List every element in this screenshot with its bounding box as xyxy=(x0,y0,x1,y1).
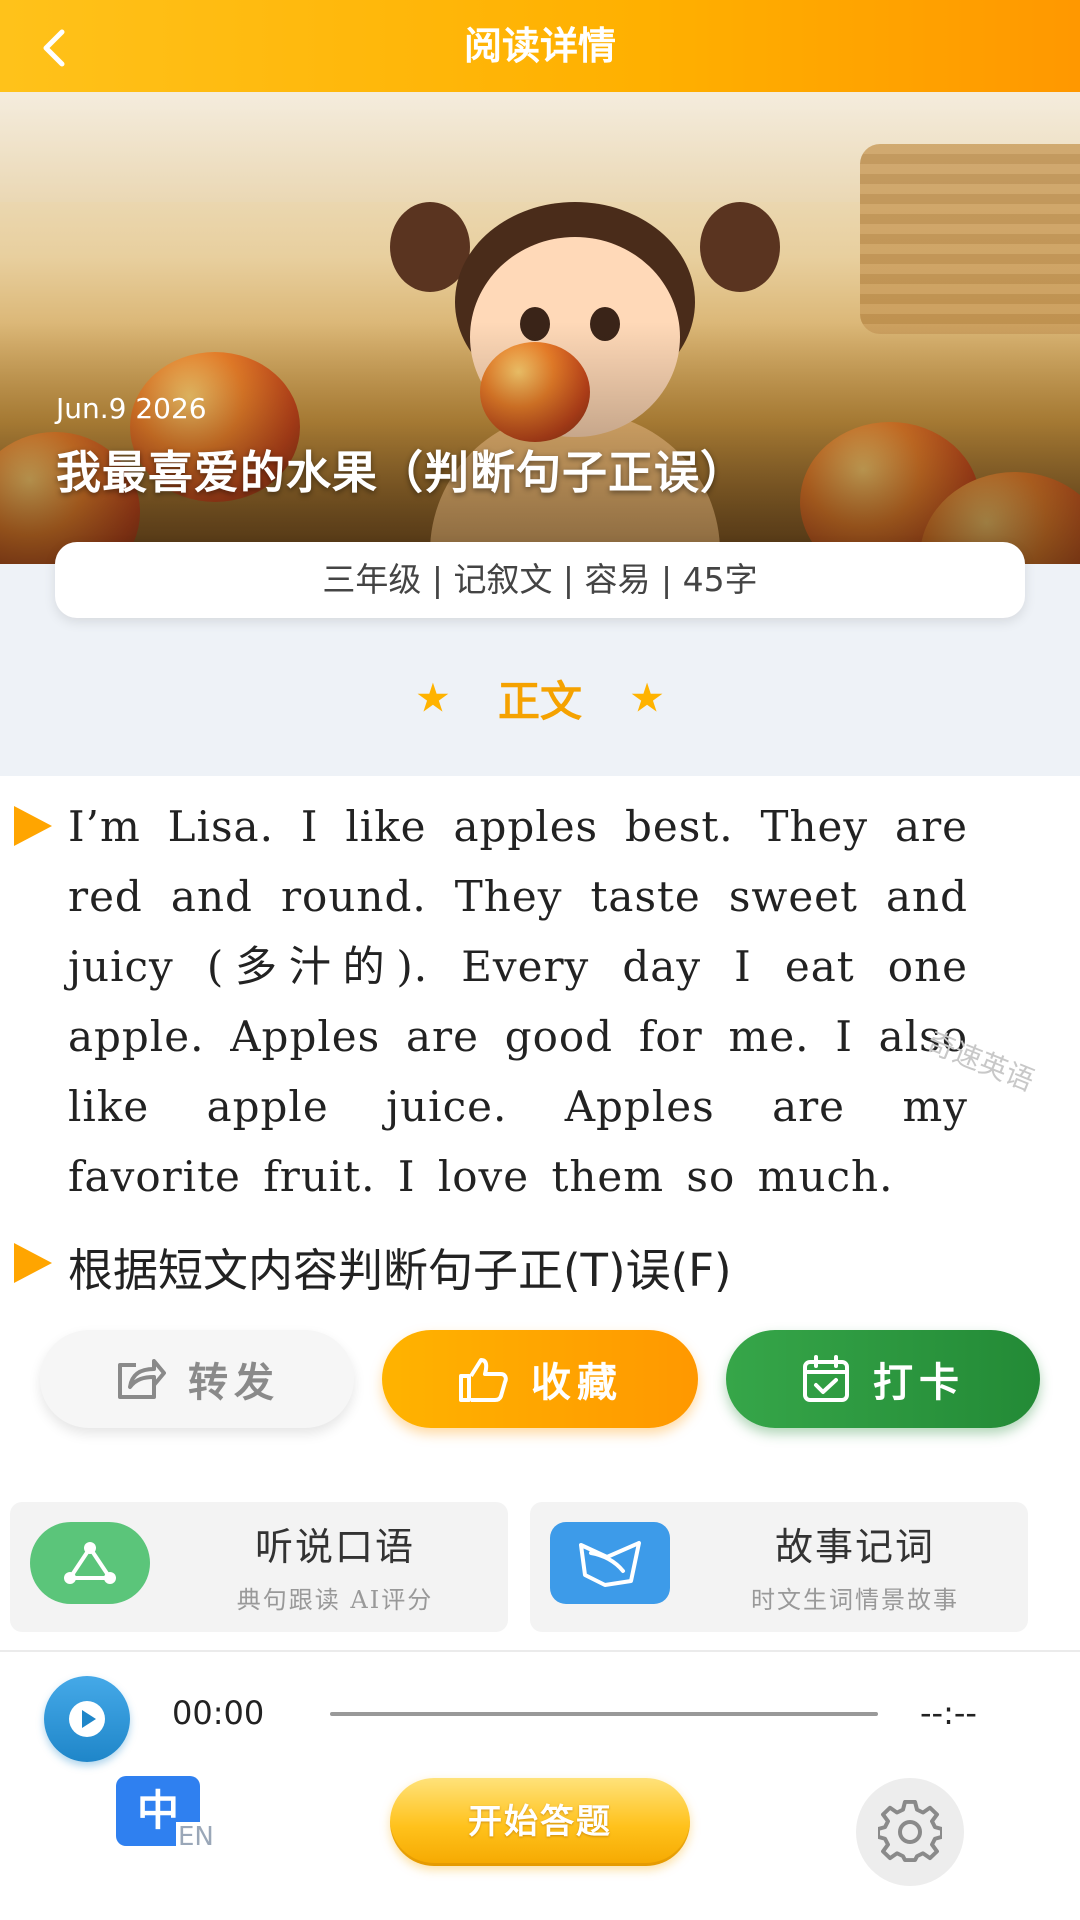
play-icon xyxy=(69,1701,105,1737)
calendar-check-icon xyxy=(803,1355,849,1402)
current-time: 00:00 xyxy=(172,1694,265,1732)
page-title: 阅读详情 xyxy=(463,24,616,68)
share-label: 转发 xyxy=(188,1360,280,1406)
settings-button[interactable] xyxy=(856,1778,964,1886)
checkin-label: 打卡 xyxy=(873,1360,965,1406)
gear-icon xyxy=(878,1800,942,1863)
share-icon xyxy=(118,1359,166,1399)
feature-subtitle: 典句跟读 AI评分 xyxy=(236,1586,434,1614)
total-time: --:-- xyxy=(920,1694,977,1732)
language-en-label: EN xyxy=(176,1822,216,1852)
progress-slider[interactable] xyxy=(330,1712,878,1716)
star-icon: ★ xyxy=(415,675,451,722)
back-button[interactable] xyxy=(28,20,84,76)
share-button[interactable]: 转发 xyxy=(40,1330,354,1428)
article-title: 我最喜爱的水果（判断句子正误） xyxy=(56,446,747,499)
chevron-left-icon xyxy=(43,29,65,67)
article-info: 三年级 | 记叙文 | 容易 | 45字 xyxy=(55,542,1025,618)
feature-title: 故事记词 xyxy=(774,1525,935,1569)
feature-subtitle: 时文生词情景故事 xyxy=(751,1586,959,1614)
favorite-button[interactable]: 收藏 xyxy=(382,1330,698,1428)
triangle-marker-icon xyxy=(14,1243,52,1283)
section-header: ★ 正文 ★ xyxy=(0,668,1080,727)
passage-text: I’m Lisa. I like apples best. They are r… xyxy=(68,802,968,1201)
book-icon xyxy=(550,1522,670,1604)
feature-title: 听说口语 xyxy=(254,1525,415,1569)
thumbs-up-icon xyxy=(459,1358,508,1402)
start-answer-button[interactable]: 开始答题 xyxy=(390,1778,690,1866)
checkin-button[interactable]: 打卡 xyxy=(726,1330,1040,1428)
play-button[interactable] xyxy=(44,1676,130,1762)
triangle-marker-icon xyxy=(14,806,52,846)
section-title: 正文 xyxy=(497,677,582,726)
star-icon: ★ xyxy=(629,675,665,722)
feature-speaking-card[interactable]: 听说口语 典句跟读 AI评分 xyxy=(10,1502,508,1632)
divider xyxy=(0,1650,1080,1652)
favorite-label: 收藏 xyxy=(531,1360,623,1406)
article-date: Jun.9 2026 xyxy=(56,392,207,425)
question-instruction: 根据短文内容判断句子正(T)误(F) xyxy=(68,1244,732,1297)
speaking-icon xyxy=(30,1522,150,1604)
feature-story-card[interactable]: 故事记词 时文生词情景故事 xyxy=(530,1502,1028,1632)
